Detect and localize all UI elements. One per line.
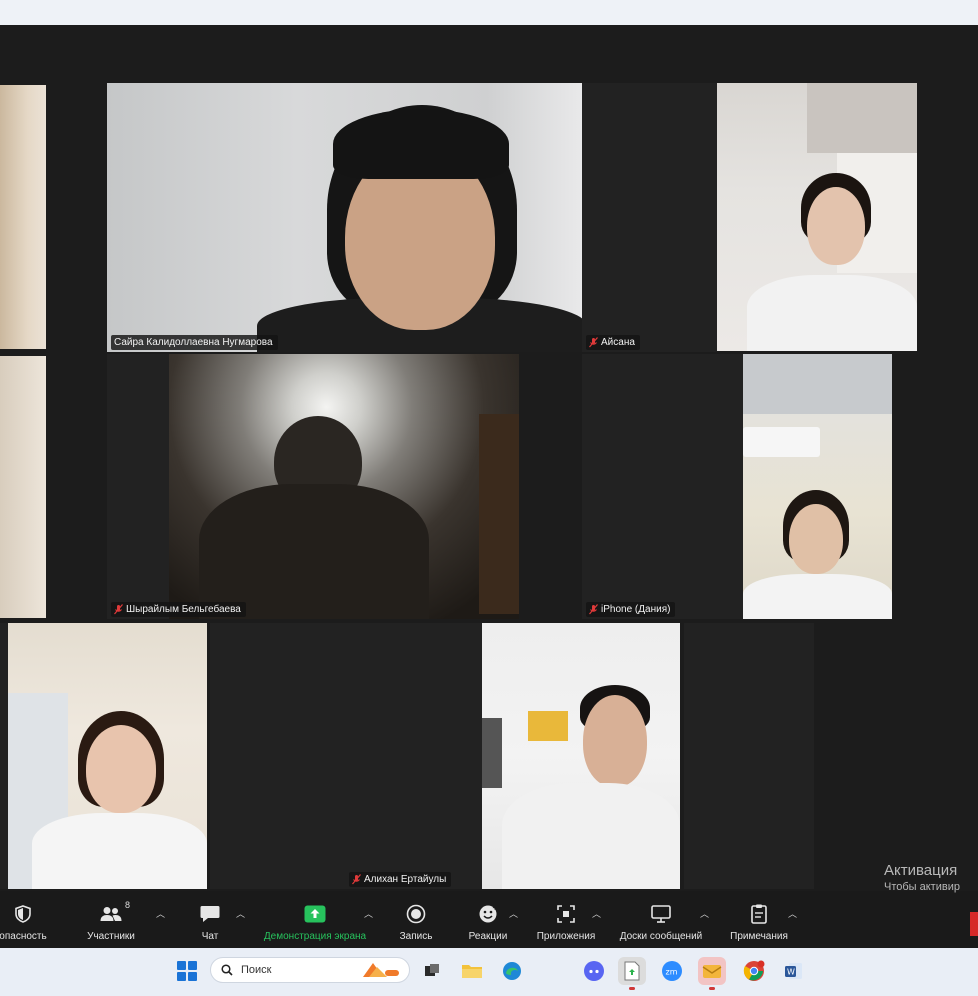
whiteboards-label: Доски сообщений xyxy=(619,931,703,942)
video-tile-left-partial-1[interactable] xyxy=(0,85,46,349)
share-caret-icon[interactable]: ︿ xyxy=(364,907,373,920)
girl-video xyxy=(8,623,207,889)
windows-start-icon[interactable] xyxy=(177,961,197,981)
reactions-caret-icon[interactable]: ︿ xyxy=(509,907,518,920)
video-tile-teacher[interactable]: Сайра Калидоллаевна Нугмарова xyxy=(107,83,582,352)
video-tile-shyrailym[interactable]: Шырайлым Бельгебаева xyxy=(107,354,519,619)
video-tile-aisana[interactable]: Айсана xyxy=(582,83,717,352)
teacher-name-tag: Сайра Калидоллаевна Нугмарова xyxy=(111,335,278,350)
taskbar-search-box[interactable]: Поиск xyxy=(210,957,410,983)
search-placeholder: Поиск xyxy=(241,964,272,976)
participants-button[interactable]: Участники xyxy=(80,891,142,948)
aisana-name: Айсана xyxy=(601,337,635,348)
notes-caret-icon[interactable]: ︿ xyxy=(788,907,797,920)
video-tile-aisana-camera[interactable] xyxy=(717,83,917,351)
svg-text:W: W xyxy=(787,968,795,977)
share-screen-icon xyxy=(304,903,326,925)
gallery-view: Сайра Калидоллаевна Нугмарова Айсана Шыр… xyxy=(0,83,978,891)
task-view-icon[interactable] xyxy=(418,957,446,985)
share-screen-label: Демонстрация экрана xyxy=(263,931,367,942)
video-tile-girl[interactable] xyxy=(0,623,207,889)
search-icon xyxy=(221,964,233,976)
record-button[interactable]: Запись xyxy=(392,891,440,948)
participants-label: Участники xyxy=(87,931,135,942)
notes-button[interactable]: Примечания xyxy=(724,891,794,948)
alikhan-name: Алихан Ертайулы xyxy=(364,874,447,885)
svg-text:zm: zm xyxy=(666,968,678,977)
zoom-app-icon[interactable]: zm xyxy=(658,957,686,985)
end-meeting-button-edge[interactable] xyxy=(970,912,978,936)
participants-caret-icon[interactable]: ︿ xyxy=(156,907,165,920)
aisana-video xyxy=(717,83,917,351)
whiteboards-caret-icon[interactable]: ︿ xyxy=(700,907,709,920)
reactions-label: Реакции xyxy=(468,931,508,942)
video-tile-empty-right[interactable] xyxy=(684,623,814,889)
dania-video xyxy=(743,354,892,619)
video-tile-alikhan[interactable]: Алихан Ертайулы xyxy=(345,623,680,889)
shyrailym-video xyxy=(169,354,519,619)
mic-muted-icon xyxy=(352,874,361,885)
mic-muted-icon xyxy=(589,604,598,615)
mail-app-icon[interactable] xyxy=(698,957,726,990)
chat-label: Чат xyxy=(201,931,219,942)
apps-caret-icon[interactable]: ︿ xyxy=(592,907,601,920)
meeting-toolbar: опасность Участники 8 ︿ Чат ︿ Демонстрац… xyxy=(0,891,978,948)
security-button[interactable]: опасность xyxy=(0,891,47,948)
video-tile-empty-row3[interactable] xyxy=(210,623,345,889)
shyrailym-name: Шырайлым Бельгебаева xyxy=(126,604,241,615)
shield-icon xyxy=(12,903,34,925)
dania-name: iPhone (Дания) xyxy=(601,604,671,615)
video-tile-left-partial-2[interactable] xyxy=(0,356,46,618)
mic-muted-icon xyxy=(114,604,123,615)
chat-button[interactable]: Чат xyxy=(190,891,230,948)
whiteboards-button[interactable]: Доски сообщений xyxy=(612,891,710,948)
teacher-video xyxy=(107,83,582,352)
meeting-header xyxy=(0,25,978,83)
file-explorer-icon[interactable] xyxy=(458,957,486,985)
teacher-name: Сайра Калидоллаевна Нугмарова xyxy=(114,337,273,348)
dania-name-tag: iPhone (Дания) xyxy=(586,602,676,617)
participants-icon xyxy=(100,903,122,925)
apps-label: Приложения xyxy=(536,931,596,942)
edge-browser-icon[interactable] xyxy=(498,957,526,985)
emoji-icon: + xyxy=(477,903,499,925)
notes-label: Примечания xyxy=(730,931,788,942)
security-label: опасность xyxy=(0,931,47,942)
window-top-strip xyxy=(0,0,978,25)
apps-icon xyxy=(555,903,577,925)
video-tile-dania[interactable]: iPhone (Дания) xyxy=(582,354,892,619)
chat-caret-icon[interactable]: ︿ xyxy=(236,907,245,920)
notes-icon xyxy=(748,903,770,925)
activation-subtitle: Чтобы активир xyxy=(884,881,960,893)
mic-muted-icon xyxy=(589,337,598,348)
zoom-window: Сайра Калидоллаевна Нугмарова Айсана Шыр… xyxy=(0,0,978,996)
chrome-browser-icon[interactable] xyxy=(740,957,768,985)
aisana-name-tag: Айсана xyxy=(586,335,640,350)
discord-icon[interactable] xyxy=(580,957,608,985)
word-app-icon[interactable]: W xyxy=(780,957,808,985)
record-label: Запись xyxy=(399,931,433,942)
windows-taskbar: Поиск zm W xyxy=(0,948,978,996)
alikhan-video xyxy=(482,623,680,889)
activation-title: Активация xyxy=(884,862,958,879)
record-icon xyxy=(405,903,427,925)
shyrailym-name-tag: Шырайлым Бельгебаева xyxy=(111,602,246,617)
reactions-button[interactable]: + Реакции xyxy=(462,891,514,948)
share-screen-button[interactable]: Демонстрация экрана xyxy=(256,891,374,948)
whiteboard-icon xyxy=(650,903,672,925)
participants-count: 8 xyxy=(125,900,131,910)
alikhan-name-tag: Алихан Ертайулы xyxy=(349,872,452,887)
windows-activation-watermark: Активация Чтобы активир xyxy=(884,862,960,894)
document-app-icon[interactable] xyxy=(618,957,646,990)
svg-text:+: + xyxy=(492,904,498,912)
search-highlight-icon xyxy=(363,963,399,977)
chat-icon xyxy=(199,903,221,925)
